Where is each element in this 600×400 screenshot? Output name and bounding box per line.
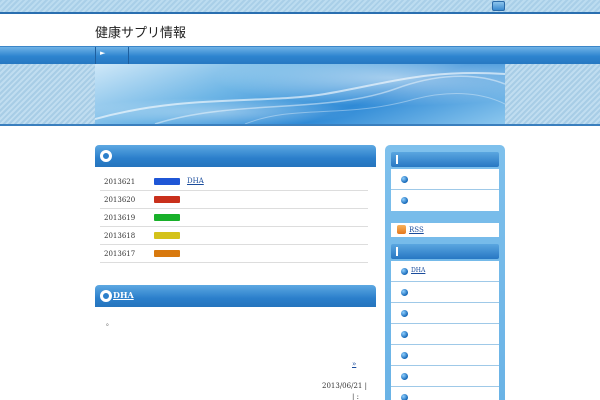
news-category-badge (154, 178, 180, 185)
rss-box[interactable]: RSS (391, 223, 499, 237)
news-row: 2013618 (100, 227, 368, 245)
bullet-icon (401, 373, 408, 380)
circle-icon (100, 150, 112, 162)
nav-bar: ► (0, 46, 600, 65)
nav-home-tab[interactable]: ► (95, 47, 129, 65)
post-panel-header: DHA (95, 285, 376, 307)
news-date: 2013617 (104, 250, 136, 258)
news-row: 2013619 (100, 209, 368, 227)
sidebar-box1 (391, 169, 499, 211)
bullet-icon (401, 268, 408, 275)
news-category-badge (154, 196, 180, 203)
arrow-right-icon: ► (100, 49, 106, 57)
news-date: 2013619 (104, 214, 136, 222)
news-list: 2013621 DHA 2013620 2013619 2013618 2013… (100, 173, 368, 263)
sidebar-item[interactable] (391, 324, 499, 345)
header-mark-icon (396, 155, 398, 164)
news-row: 2013620 (100, 191, 368, 209)
news-row: 2013617 (100, 245, 368, 263)
top-corner-button[interactable] (492, 1, 505, 11)
news-category-badge (154, 232, 180, 239)
site-title[interactable]: 健康サプリ情報 (95, 22, 186, 41)
sidebar: RSS DHA (385, 145, 505, 400)
news-category-badge (154, 250, 180, 257)
bullet-icon (401, 310, 408, 317)
bullet-icon (401, 289, 408, 296)
sidebar-box1-header (391, 152, 499, 167)
sidebar-item[interactable] (391, 366, 499, 387)
sidebar-item[interactable] (391, 169, 499, 190)
sidebar-item[interactable]: DHA (391, 261, 499, 282)
post-meta: | : (352, 393, 359, 400)
post-date: 2013/06/21 | (322, 382, 367, 390)
bullet-icon (401, 176, 408, 183)
bullet-icon (401, 394, 408, 400)
sidebar-item-label[interactable]: DHA (411, 267, 425, 274)
news-category-badge (154, 214, 180, 221)
bullet-icon (401, 352, 408, 359)
sidebar-item[interactable] (391, 303, 499, 324)
news-date: 2013620 (104, 196, 136, 204)
header-band (0, 64, 600, 126)
sidebar-box2-header (391, 244, 499, 259)
bullet-icon (401, 331, 408, 338)
news-link[interactable]: DHA (187, 177, 204, 185)
news-date: 2013618 (104, 232, 136, 240)
circle-icon (100, 290, 112, 302)
top-strip (0, 0, 600, 14)
read-more-link[interactable]: » (352, 360, 356, 368)
wave-graphic (95, 72, 505, 124)
bullet-icon (401, 197, 408, 204)
rss-link[interactable]: RSS (409, 226, 424, 234)
news-panel-header (95, 145, 376, 167)
header-mark-icon (396, 247, 398, 256)
post-title[interactable]: DHA (113, 290, 134, 300)
sidebar-item[interactable] (391, 345, 499, 366)
header-banner-image (95, 64, 505, 124)
sidebar-item[interactable] (391, 282, 499, 303)
news-date: 2013621 (104, 178, 136, 186)
rss-icon (397, 225, 406, 234)
news-row: 2013621 DHA (100, 173, 368, 191)
sidebar-box2: DHA (391, 261, 499, 400)
sidebar-item[interactable] (391, 387, 499, 400)
sidebar-item[interactable] (391, 190, 499, 211)
post-excerpt: 。 (106, 319, 113, 327)
